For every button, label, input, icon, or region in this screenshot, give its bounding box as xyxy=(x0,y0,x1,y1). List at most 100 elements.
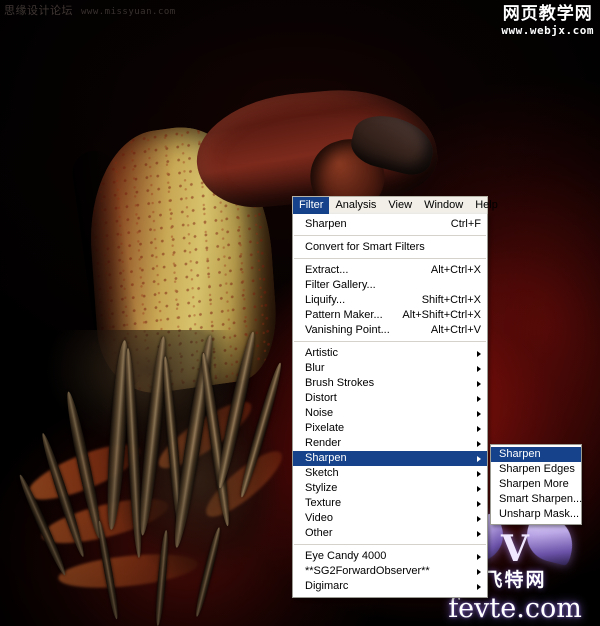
chevron-right-icon xyxy=(477,425,481,432)
root-strand xyxy=(192,526,224,618)
watermark-top-left-text: 思缘设计论坛 xyxy=(4,4,73,17)
menu-item-sharpen[interactable]: Sharpen xyxy=(293,451,487,466)
menubar-item-filter[interactable]: Filter xyxy=(293,197,330,214)
menu-item-label: Digimarc xyxy=(305,580,349,592)
sharpen-submenu[interactable]: Sharpen Sharpen Edges Sharpen More Smart Sh… xyxy=(490,444,582,525)
menu-item-label: Sketch xyxy=(305,467,339,479)
menu-separator xyxy=(294,258,486,260)
watermark-top-left-url: www.missyuan.com xyxy=(81,7,176,17)
photoshop-screenshot: 思缘设计论坛 www.missyuan.com 网页教学网 www.webjx.c… xyxy=(0,0,600,626)
chevron-right-icon xyxy=(477,553,481,560)
submenu-item-unsharp-mask[interactable]: Unsharp Mask... xyxy=(491,507,581,522)
chevron-right-icon xyxy=(477,350,481,357)
menu-item-shortcut: Ctrl+F xyxy=(450,218,481,230)
watermark-top-right-text: 网页教学网 xyxy=(502,4,593,24)
menu-item-shortcut: Shift+Ctrl+X xyxy=(421,294,481,306)
menu-item-label: Vanishing Point... xyxy=(305,324,390,336)
menu-item-digimarc[interactable]: Digimarc xyxy=(293,579,487,594)
menu-item-shortcut: Alt+Ctrl+V xyxy=(430,324,481,336)
menu-item-label: Eye Candy 4000 xyxy=(305,550,387,562)
menu-item-label: Render xyxy=(305,437,342,449)
menu-item-pixelate[interactable]: Pixelate xyxy=(293,421,487,436)
filter-dropdown-menu[interactable]: Sharpen Ctrl+F Convert for Smart Filters Ex… xyxy=(292,214,488,598)
menu-item-shortcut: Alt+Ctrl+X xyxy=(430,264,481,276)
watermark-top-right: 网页教学网 www.webjx.com xyxy=(501,4,594,37)
menu-item-stylize[interactable]: Stylize xyxy=(293,481,487,496)
menu-item-label: Other xyxy=(305,527,333,539)
root-strand xyxy=(153,529,171,626)
menu-item-label: Sharpen xyxy=(305,218,347,230)
menu-item-filter-gallery[interactable]: Filter Gallery... xyxy=(293,278,487,293)
submenu-item-smart-sharpen[interactable]: Smart Sharpen... xyxy=(491,492,583,507)
menu-item-other[interactable]: Other xyxy=(293,526,487,541)
submenu-item-sharpen-edges[interactable]: Sharpen Edges xyxy=(491,462,581,477)
submenu-item-sharpen[interactable]: Sharpen xyxy=(491,447,581,462)
submenu-item-label: Sharpen Edges xyxy=(499,463,575,475)
chevron-right-icon xyxy=(477,365,481,372)
menu-item-label: Extract... xyxy=(305,264,349,276)
menu-item-label: Liquify... xyxy=(305,294,346,306)
chevron-right-icon xyxy=(477,500,481,507)
menu-item-extract[interactable]: Extract... Alt+Ctrl+X xyxy=(293,263,487,278)
menu-item-label: Brush Strokes xyxy=(305,377,375,389)
submenu-item-sharpen-more[interactable]: Sharpen More xyxy=(491,477,581,492)
menu-item-label: Sharpen xyxy=(305,452,347,464)
submenu-item-label: Sharpen More xyxy=(499,478,569,490)
menu-item-label: **SG2ForwardObserver** xyxy=(305,565,430,577)
menu-item-label: Filter Gallery... xyxy=(305,279,376,291)
watermark-top-right-url: www.webjx.com xyxy=(501,24,594,37)
menu-item-label: Video xyxy=(305,512,333,524)
menu-item-label: Pixelate xyxy=(305,422,345,434)
root-mass xyxy=(16,330,318,626)
chevron-right-icon xyxy=(477,485,481,492)
menu-item-eye-candy-4000[interactable]: Eye Candy 4000 xyxy=(293,549,487,564)
menu-item-label: Convert for Smart Filters xyxy=(305,241,425,253)
chevron-right-icon xyxy=(477,470,481,477)
menu-item-convert-for-smart-filters[interactable]: Convert for Smart Filters xyxy=(293,240,487,255)
menu-item-texture[interactable]: Texture xyxy=(293,496,487,511)
chevron-right-icon xyxy=(477,515,481,522)
submenu-item-label: Unsharp Mask... xyxy=(499,508,580,520)
menu-item-artistic[interactable]: Artistic xyxy=(293,346,487,361)
menu-item-blur[interactable]: Blur xyxy=(293,361,487,376)
menubar-item-window[interactable]: Window xyxy=(418,197,469,214)
menu-item-label: Pattern Maker... xyxy=(305,309,383,321)
menu-item-sketch[interactable]: Sketch xyxy=(293,466,487,481)
chevron-right-icon xyxy=(477,583,481,590)
menu-separator xyxy=(294,341,486,343)
menubar-item-help[interactable]: Help xyxy=(469,197,504,214)
chevron-right-icon xyxy=(477,410,481,417)
chevron-right-icon xyxy=(477,380,481,387)
menu-item-shortcut: Alt+Shift+Ctrl+X xyxy=(402,309,481,321)
menu-item-label: Blur xyxy=(305,362,325,374)
submenu-item-label: Smart Sharpen... xyxy=(499,493,583,505)
photoshop-menu-bar[interactable]: Filter Analysis View Window Help xyxy=(292,196,498,214)
menubar-item-view[interactable]: View xyxy=(382,197,418,214)
menu-item-vanishing-point[interactable]: Vanishing Point... Alt+Ctrl+V xyxy=(293,323,487,338)
chevron-right-icon xyxy=(477,568,481,575)
logo-v-mark: V xyxy=(501,528,529,570)
menu-item-noise[interactable]: Noise xyxy=(293,406,487,421)
watermark-top-left: 思缘设计论坛 www.missyuan.com xyxy=(4,4,176,19)
menu-item-render[interactable]: Render xyxy=(293,436,487,451)
menu-item-distort[interactable]: Distort xyxy=(293,391,487,406)
chevron-right-icon xyxy=(477,455,481,462)
chevron-right-icon xyxy=(477,440,481,447)
menu-item-liquify[interactable]: Liquify... Shift+Ctrl+X xyxy=(293,293,487,308)
menu-separator xyxy=(294,235,486,237)
menu-item-label: Texture xyxy=(305,497,342,509)
menu-item-pattern-maker[interactable]: Pattern Maker... Alt+Shift+Ctrl+X xyxy=(293,308,487,323)
menu-item-brush-strokes[interactable]: Brush Strokes xyxy=(293,376,487,391)
menu-item-video[interactable]: Video xyxy=(293,511,487,526)
menu-item-label: Stylize xyxy=(305,482,338,494)
menu-item-label: Artistic xyxy=(305,347,338,359)
submenu-item-label: Sharpen xyxy=(499,448,541,460)
menu-item-label: Noise xyxy=(305,407,334,419)
chevron-right-icon xyxy=(477,395,481,402)
menu-item-sg2forwardobserver[interactable]: **SG2ForwardObserver** xyxy=(293,564,487,579)
menu-item-label: Distort xyxy=(305,392,337,404)
chevron-right-icon xyxy=(477,530,481,537)
root-strand xyxy=(95,520,121,620)
menu-item-sharpen[interactable]: Sharpen Ctrl+F xyxy=(293,217,487,232)
menubar-item-analysis[interactable]: Analysis xyxy=(329,197,382,214)
